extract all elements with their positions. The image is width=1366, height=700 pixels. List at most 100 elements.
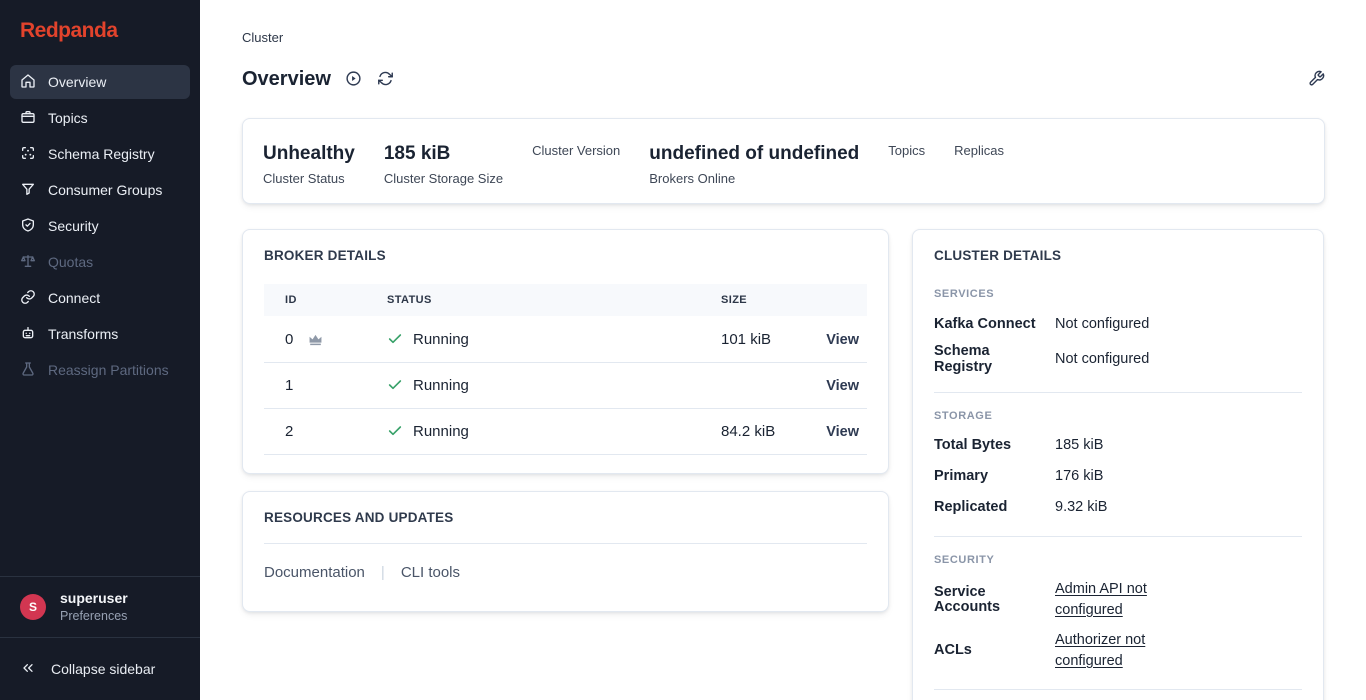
kv-label: Replicated xyxy=(934,500,1055,515)
broker-id: 1 xyxy=(285,377,293,394)
broker-size xyxy=(700,362,790,408)
user-menu[interactable]: S superuser Preferences xyxy=(0,576,200,638)
sidebar-item-label: Consumer Groups xyxy=(48,182,162,198)
stat-cluster-status: Unhealthy Cluster Status xyxy=(263,143,355,186)
scales-icon xyxy=(20,253,36,272)
collapse-sidebar-button[interactable]: Collapse sidebar xyxy=(0,638,200,700)
broker-status: Running xyxy=(413,377,469,394)
kv-value: 176 kiB xyxy=(1055,466,1302,487)
link-icon xyxy=(20,289,36,308)
avatar: S xyxy=(20,594,46,620)
flask-icon xyxy=(20,361,36,380)
broker-details-card: Broker Details ID STATUS SIZE 0 xyxy=(242,229,889,474)
column-header-action xyxy=(790,284,867,316)
broker-id: 2 xyxy=(285,423,293,440)
view-broker-link[interactable]: View xyxy=(826,424,859,440)
user-preferences-link[interactable]: Preferences xyxy=(60,608,128,624)
shield-icon xyxy=(20,217,36,236)
stat-cluster-version: Cluster Version xyxy=(532,143,620,159)
sidebar-item-schema-registry[interactable]: Schema Registry xyxy=(10,137,190,171)
kv-row-schema-registry: Schema Registry Not configured xyxy=(934,344,1302,374)
schema-icon xyxy=(20,145,36,164)
filter-icon xyxy=(20,181,36,200)
check-icon xyxy=(387,331,403,347)
authorizer-link[interactable]: Authorizer not configured xyxy=(1055,630,1160,672)
robot-icon xyxy=(20,325,36,344)
view-broker-link[interactable]: View xyxy=(826,332,859,348)
view-broker-link[interactable]: View xyxy=(826,378,859,394)
broker-row-2: 2 Running 84.2 kiB View xyxy=(264,408,867,454)
broker-row-0: 0 Running 101 kiB View xyxy=(264,316,867,362)
stat-label: Brokers Online xyxy=(649,171,859,187)
stat-label: Replicas xyxy=(954,143,1004,159)
kv-value: 185 kiB xyxy=(1055,435,1302,456)
stat-value: Unhealthy xyxy=(263,143,355,166)
sidebar-item-transforms[interactable]: Transforms xyxy=(10,317,190,351)
refresh-icon xyxy=(377,70,394,90)
sidebar-item-label: Overview xyxy=(48,74,106,90)
kv-label: Schema Registry xyxy=(934,344,1055,374)
sidebar-item-security[interactable]: Security xyxy=(10,209,190,243)
column-header-status: STATUS xyxy=(366,284,700,316)
resources-card: Resources and Updates Documentation | CL… xyxy=(242,491,889,612)
kv-row-acls: ACLs Authorizer not configured xyxy=(934,630,1302,672)
sidebar-item-label: Topics xyxy=(48,110,88,126)
crown-icon xyxy=(308,332,323,347)
kv-row-kafka-connect: Kafka Connect Not configured xyxy=(934,313,1302,335)
link-separator: | xyxy=(381,564,385,581)
documentation-link[interactable]: Documentation xyxy=(264,564,365,581)
kv-row-primary: Primary 176 kiB xyxy=(934,466,1302,488)
kv-value: 9.32 kiB xyxy=(1055,497,1302,518)
storage-heading: Storage xyxy=(934,410,1302,422)
cluster-details-card: Cluster Details Services Kafka Connect N… xyxy=(912,229,1324,700)
sidebar-item-label: Schema Registry xyxy=(48,146,155,162)
kv-label: Kafka Connect xyxy=(934,317,1055,332)
broker-size: 84.2 kiB xyxy=(700,408,790,454)
sidebar-item-connect[interactable]: Connect xyxy=(10,281,190,315)
kv-label: Service Accounts xyxy=(934,585,1055,615)
cli-tools-link[interactable]: CLI tools xyxy=(401,564,460,581)
page-header: Overview xyxy=(242,68,1325,91)
sidebar-item-label: Reassign Partitions xyxy=(48,362,169,378)
check-icon xyxy=(387,423,403,439)
sidebar-nav: Overview Topics Schema Registry Consumer… xyxy=(0,65,200,389)
resources-title: Resources and Updates xyxy=(264,510,867,525)
admin-api-link[interactable]: Admin API not configured xyxy=(1055,579,1160,621)
sidebar-item-overview[interactable]: Overview xyxy=(10,65,190,99)
left-column: Broker Details ID STATUS SIZE 0 xyxy=(242,229,889,612)
kv-label: Primary xyxy=(934,469,1055,484)
sidebar-item-label: Security xyxy=(48,218,99,234)
stat-label: Cluster Version xyxy=(532,143,620,159)
kv-row-total-bytes: Total Bytes 185 kiB xyxy=(934,435,1302,457)
home-icon xyxy=(20,73,36,92)
settings-wrench-button[interactable] xyxy=(1307,71,1325,89)
breadcrumb[interactable]: Cluster xyxy=(242,0,1325,45)
broker-list-popover-button[interactable] xyxy=(345,71,363,89)
sidebar-item-label: Connect xyxy=(48,290,100,306)
kv-value: Not configured xyxy=(1055,349,1302,370)
wrench-icon xyxy=(1308,70,1325,90)
broker-id: 0 xyxy=(285,331,293,348)
box-icon xyxy=(20,109,36,128)
broker-table-header-row: ID STATUS SIZE xyxy=(264,284,867,316)
kv-row-service-accounts: Service Accounts Admin API not configure… xyxy=(934,579,1302,621)
broker-table: ID STATUS SIZE 0 Running 101 kiB View xyxy=(264,284,867,455)
chevrons-left-icon xyxy=(20,660,36,679)
sidebar-item-topics[interactable]: Topics xyxy=(10,101,190,135)
refresh-button[interactable] xyxy=(377,71,395,89)
broker-status: Running xyxy=(413,331,469,348)
sidebar-item-consumer-groups[interactable]: Consumer Groups xyxy=(10,173,190,207)
kv-label: ACLs xyxy=(934,643,1055,658)
column-header-id: ID xyxy=(264,284,366,316)
kv-value: Not configured xyxy=(1055,314,1302,335)
play-circle-icon xyxy=(345,70,362,90)
stat-value: undefined of undefined xyxy=(649,143,859,166)
stat-label: Topics xyxy=(888,143,925,159)
column-header-size: SIZE xyxy=(700,284,790,316)
sidebar-item-label: Transforms xyxy=(48,326,118,342)
broker-status: Running xyxy=(413,423,469,440)
cluster-stats-bar: Unhealthy Cluster Status 185 kiB Cluster… xyxy=(242,118,1325,204)
resource-links: Documentation | CLI tools xyxy=(264,544,867,593)
divider xyxy=(934,689,1302,690)
stat-label: Cluster Storage Size xyxy=(384,171,503,187)
